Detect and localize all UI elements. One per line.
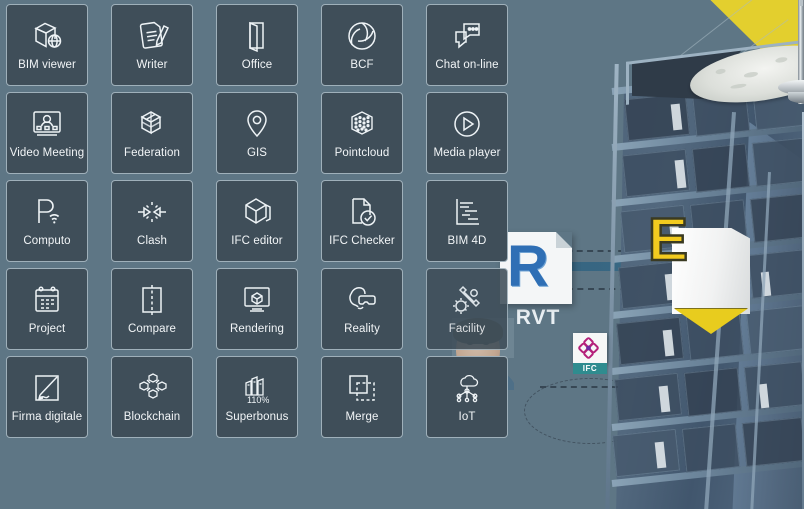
tile-label: IoT: [458, 411, 476, 423]
document-check-icon: [342, 192, 382, 232]
p-wifi-icon: [27, 192, 67, 232]
tile-label: Reality: [344, 323, 380, 335]
tile-clash[interactable]: Clash: [111, 180, 193, 262]
glass-panel: [745, 305, 804, 355]
tile-blockchain[interactable]: Blockchain: [111, 356, 193, 438]
tile-gis[interactable]: GIS: [216, 92, 298, 174]
tile-bim-4d[interactable]: BIM 4D: [426, 180, 508, 262]
tile-video-meeting[interactable]: Video Meeting: [6, 92, 88, 174]
map-pin-icon: [237, 104, 277, 144]
signature-pen-icon: [27, 368, 67, 408]
ifc-diamond-icon: [578, 337, 599, 359]
tile-compare[interactable]: Compare: [111, 268, 193, 350]
glass-panel: [743, 361, 804, 411]
tile-merge[interactable]: Merge: [321, 356, 403, 438]
tile-label: Office: [241, 59, 273, 71]
tile-label: Pointcloud: [334, 147, 390, 159]
tile-label: BCF: [350, 59, 374, 71]
tile-computo[interactable]: Computo: [6, 180, 88, 262]
tile-bcf[interactable]: BCF: [321, 4, 403, 86]
tile-office[interactable]: Office: [216, 4, 298, 86]
revit-file-icon[interactable]: R RVT: [500, 232, 576, 330]
tile-project[interactable]: Project: [6, 268, 88, 350]
tile-label: Clash: [137, 235, 167, 247]
svg-text:110%: 110%: [247, 395, 269, 405]
glass-panel: [749, 193, 804, 243]
tile-label: Firma digitale: [11, 411, 83, 423]
application-root: R RVT IFC E BIM viewer Writer Office BCF…: [0, 0, 804, 509]
chat-bubbles-icon: [447, 16, 487, 56]
glass-panel: [751, 137, 804, 187]
linked-cubes-icon: [132, 368, 172, 408]
cloud-network-icon: [447, 368, 487, 408]
tile-label: Federation: [124, 147, 180, 159]
revit-r-glyph: R: [507, 234, 549, 299]
tile-chat-on-line[interactable]: Chat on-line: [426, 4, 508, 86]
tile-pointcloud[interactable]: Pointcloud: [321, 92, 403, 174]
tile-writer[interactable]: Writer: [111, 4, 193, 86]
tile-ifc-editor[interactable]: IFC editor: [216, 180, 298, 262]
play-circle-icon: [447, 104, 487, 144]
tile-label: Project: [28, 323, 66, 335]
split-cube-icon: [132, 104, 172, 144]
glass-panel: [747, 249, 804, 299]
gantt-chart-icon: [447, 192, 487, 232]
cube-page-icon: [237, 192, 277, 232]
tile-label: Chat on-line: [435, 59, 499, 71]
glass-panel: [691, 143, 751, 193]
tile-label: BIM 4D: [447, 235, 487, 247]
dotted-cube-icon: [342, 104, 382, 144]
swirl-circle-icon: [342, 16, 382, 56]
tile-label: IFC editor: [231, 235, 283, 247]
tile-label: Superbonus: [225, 411, 289, 423]
tile-label: Computo: [23, 235, 71, 247]
merge-sheets-icon: [342, 368, 382, 408]
tile-label: Media player: [433, 147, 501, 159]
tile-superbonus[interactable]: 110% Superbonus: [216, 356, 298, 438]
compare-panels-icon: [132, 280, 172, 320]
gear-wrench-icon: [447, 280, 487, 320]
ifc-file-label: IFC: [573, 363, 607, 374]
cube-globe-icon: [27, 16, 67, 56]
tile-label: GIS: [246, 147, 268, 159]
buildings-110-icon: 110%: [237, 368, 277, 408]
energy-certificate-icon[interactable]: E: [647, 208, 750, 334]
tile-label: Rendering: [230, 323, 284, 335]
video-conference-icon: [27, 104, 67, 144]
collision-arrows-icon: [132, 192, 172, 232]
energy-class-letter: E: [647, 206, 690, 273]
file-page: R: [500, 232, 572, 304]
tile-media-player[interactable]: Media player: [426, 92, 508, 174]
tile-iot[interactable]: IoT: [426, 356, 508, 438]
tile-label: IFC Checker: [329, 235, 395, 247]
tile-label: BIM viewer: [18, 59, 76, 71]
tile-facility[interactable]: Facility: [426, 268, 508, 350]
vr-headset-icon: [342, 280, 382, 320]
revit-file-label: RVT: [515, 306, 561, 329]
glass-panel: [741, 416, 804, 468]
open-book-icon: [237, 16, 277, 56]
tile-bim-viewer[interactable]: BIM viewer: [6, 4, 88, 86]
antenna-tip: [800, 0, 803, 6]
ifc-glyph-box: [573, 333, 607, 363]
tile-firma-digitale[interactable]: Firma digitale: [6, 356, 88, 438]
tile-federation[interactable]: Federation: [111, 92, 193, 174]
document-pencil-icon: [132, 16, 172, 56]
tile-label: Video Meeting: [9, 147, 85, 159]
monitor-cube-icon: [237, 280, 277, 320]
tile-label: Facility: [448, 323, 486, 335]
glass-panel: [611, 428, 681, 478]
calendar-icon: [27, 280, 67, 320]
tile-ifc-checker[interactable]: IFC Checker: [321, 180, 403, 262]
tile-rendering[interactable]: Rendering: [216, 268, 298, 350]
tile-label: Writer: [136, 59, 168, 71]
certificate-base: [674, 308, 748, 334]
tile-label: Compare: [128, 323, 176, 335]
tile-label: Blockchain: [123, 411, 181, 423]
tile-label: Merge: [345, 411, 379, 423]
tile-reality[interactable]: Reality: [321, 268, 403, 350]
ifc-file-icon[interactable]: IFC: [573, 333, 607, 374]
glass-panel: [613, 372, 683, 422]
